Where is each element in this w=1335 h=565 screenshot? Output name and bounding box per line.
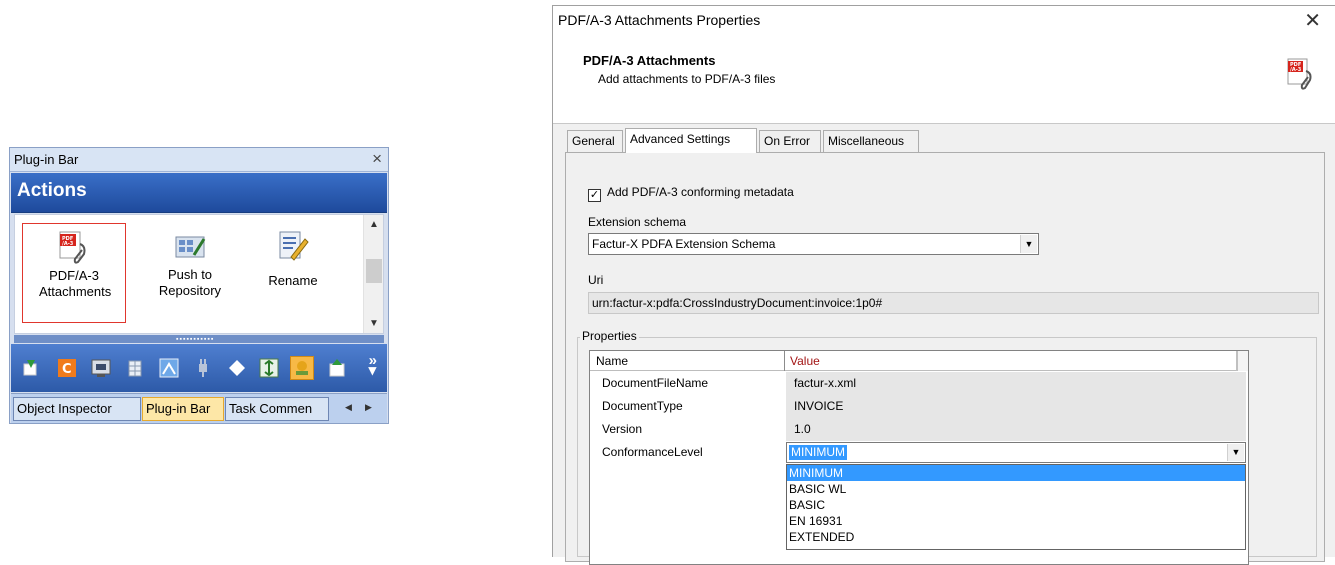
properties-dialog: PDF/A-3 Attachments Properties ✕ PDF/A-3… bbox=[552, 5, 1335, 565]
diamond-icon[interactable] bbox=[225, 356, 249, 380]
extension-schema-label: Extension schema bbox=[588, 215, 687, 229]
actions-icon-area: PDF /A-3 PDF/A-3 Attachments Push to Rep… bbox=[14, 214, 384, 334]
actions-title: Actions bbox=[17, 180, 87, 201]
dropdown-option[interactable]: BASIC bbox=[787, 497, 1245, 513]
c-icon[interactable]: C bbox=[55, 356, 79, 380]
tab-scroll-right-icon[interactable]: ▶ bbox=[365, 402, 372, 413]
uri-field: urn:factur-x:pdfa:CrossIndustryDocument:… bbox=[588, 292, 1319, 314]
import-icon[interactable] bbox=[19, 356, 43, 380]
action-push-to-repository[interactable]: Push to Repository bbox=[135, 223, 245, 323]
stamp-icon[interactable] bbox=[290, 356, 314, 380]
tab-plugin-bar[interactable]: Plug-in Bar bbox=[142, 397, 224, 421]
rename-icon bbox=[277, 229, 309, 263]
row-value[interactable]: 1.0 bbox=[786, 418, 1246, 441]
row-value[interactable]: INVOICE bbox=[786, 395, 1246, 418]
tab-general[interactable]: General bbox=[567, 130, 623, 152]
advanced-settings-panel: ✓ Add PDF/A-3 conforming metadata Extensi… bbox=[565, 152, 1325, 565]
action-label: PDF/A-3 Attachments bbox=[39, 268, 112, 299]
panel-tabs: Object Inspector Plug-in Bar Task Commen… bbox=[11, 393, 387, 423]
conformance-level-select[interactable]: MINIMUM ▼ bbox=[786, 442, 1246, 463]
scrollbar-thumb[interactable] bbox=[366, 259, 382, 283]
grid-header-name[interactable]: Name bbox=[596, 354, 628, 368]
chevron-down-icon[interactable]: ▼ bbox=[1227, 444, 1244, 461]
export-icon[interactable] bbox=[325, 356, 349, 380]
header-title: PDF/A-3 Attachments bbox=[583, 53, 716, 68]
column-separator[interactable] bbox=[784, 351, 785, 371]
properties-grid: Name Value DocumentFileName factur-x.xml… bbox=[589, 350, 1249, 565]
add-metadata-checkbox[interactable]: ✓ bbox=[588, 189, 601, 202]
grid-row-documenttype[interactable]: DocumentType INVOICE bbox=[590, 395, 1250, 418]
grid-scrollbar-stub bbox=[1236, 351, 1248, 371]
pdfa3-attach-icon: PDF /A-3 bbox=[1287, 58, 1315, 90]
conformance-dropdown-list: MINIMUM BASIC WL BASIC EN 16931 EXTENDED bbox=[786, 464, 1246, 550]
push-repository-icon bbox=[174, 229, 206, 263]
action-rename[interactable]: Rename bbox=[253, 223, 333, 323]
uri-label: Uri bbox=[588, 273, 604, 287]
dialog-title: PDF/A-3 Attachments Properties bbox=[558, 12, 761, 28]
action-label: Push to Repository bbox=[158, 267, 222, 298]
header-subtitle: Add attachments to PDF/A-3 files bbox=[598, 72, 776, 86]
actions-scrollbar[interactable]: ▲ ▼ bbox=[363, 215, 383, 333]
extension-schema-select[interactable]: Factur-X PDFA Extension Schema ▼ bbox=[588, 233, 1039, 255]
svg-text:/A-3: /A-3 bbox=[62, 241, 74, 247]
scroll-up-icon[interactable]: ▲ bbox=[369, 219, 379, 230]
table-icon[interactable] bbox=[123, 356, 147, 380]
svg-text:C: C bbox=[62, 362, 72, 377]
more-chevron-icon[interactable]: » ▾ bbox=[369, 353, 377, 378]
image-icon[interactable] bbox=[157, 356, 181, 380]
tab-task-comments[interactable]: Task Commen bbox=[225, 397, 329, 421]
dropdown-option[interactable]: EXTENDED bbox=[787, 529, 1245, 545]
scroll-down-icon[interactable]: ▼ bbox=[369, 318, 379, 329]
extension-schema-value: Factur-X PDFA Extension Schema bbox=[592, 237, 776, 251]
action-label: Rename bbox=[268, 273, 318, 288]
fit-icon[interactable] bbox=[257, 356, 281, 380]
svg-text:/A-3: /A-3 bbox=[1290, 67, 1302, 73]
add-metadata-label: Add PDF/A-3 conforming metadata bbox=[607, 185, 794, 199]
add-metadata-row[interactable]: ✓ Add PDF/A-3 conforming metadata bbox=[588, 185, 794, 202]
plugin-toolbar: C » ▾ bbox=[11, 344, 387, 392]
display-icon[interactable] bbox=[89, 356, 113, 380]
grid-row-documentfilename[interactable]: DocumentFileName factur-x.xml bbox=[590, 372, 1250, 395]
plug-icon[interactable] bbox=[191, 356, 215, 380]
plugin-bar-titlebar: Plug-in Bar × bbox=[10, 148, 388, 172]
row-name: ConformanceLevel bbox=[602, 445, 703, 459]
chevron-down-icon[interactable]: ▼ bbox=[1020, 235, 1037, 253]
dropdown-option[interactable]: BASIC WL bbox=[787, 481, 1245, 497]
row-name: DocumentType bbox=[602, 399, 683, 413]
splitter-handle[interactable]: ▪▪▪▪▪▪▪▪▪▪▪ bbox=[14, 335, 384, 343]
row-name: Version bbox=[602, 422, 643, 436]
tab-miscellaneous[interactable]: Miscellaneous bbox=[823, 130, 919, 152]
close-icon[interactable]: × bbox=[372, 149, 382, 169]
dialog-header: PDF/A-3 Attachments Properties ✕ PDF/A-3… bbox=[553, 6, 1335, 124]
actions-section-header[interactable]: Actions bbox=[11, 173, 387, 213]
plugin-bar-panel: Plug-in Bar × Actions PDF /A-3 PDF/A-3 A… bbox=[9, 147, 389, 424]
properties-group-label: Properties bbox=[580, 329, 639, 343]
tab-advanced-settings[interactable]: Advanced Settings bbox=[625, 128, 757, 153]
conformance-selected-value[interactable]: MINIMUM bbox=[789, 445, 847, 460]
grid-row-conformancelevel[interactable]: ConformanceLevel MINIMUM ▼ bbox=[590, 441, 1250, 464]
tab-scroll-left-icon[interactable]: ◀ bbox=[345, 402, 352, 413]
tab-object-inspector[interactable]: Object Inspector bbox=[13, 397, 141, 421]
plugin-bar-title: Plug-in Bar bbox=[14, 152, 79, 167]
pdfa3-attach-icon: PDF /A-3 bbox=[58, 230, 90, 264]
action-pdfa3-attachments[interactable]: PDF /A-3 PDF/A-3 Attachments bbox=[22, 223, 126, 323]
grid-header: Name Value bbox=[590, 351, 1248, 371]
grid-row-version[interactable]: Version 1.0 bbox=[590, 418, 1250, 441]
dropdown-option[interactable]: MINIMUM bbox=[787, 465, 1245, 481]
tab-on-error[interactable]: On Error bbox=[759, 130, 821, 152]
close-icon[interactable]: ✕ bbox=[1304, 8, 1321, 33]
grid-header-value[interactable]: Value bbox=[790, 354, 820, 368]
grip-icon: ▪▪▪▪▪▪▪▪▪▪▪ bbox=[176, 336, 215, 343]
dropdown-option[interactable]: EN 16931 bbox=[787, 513, 1245, 529]
row-value[interactable]: factur-x.xml bbox=[786, 372, 1246, 395]
properties-groupbox: Properties Name Value DocumentFileName f… bbox=[577, 329, 1317, 565]
row-name: DocumentFileName bbox=[602, 376, 709, 390]
